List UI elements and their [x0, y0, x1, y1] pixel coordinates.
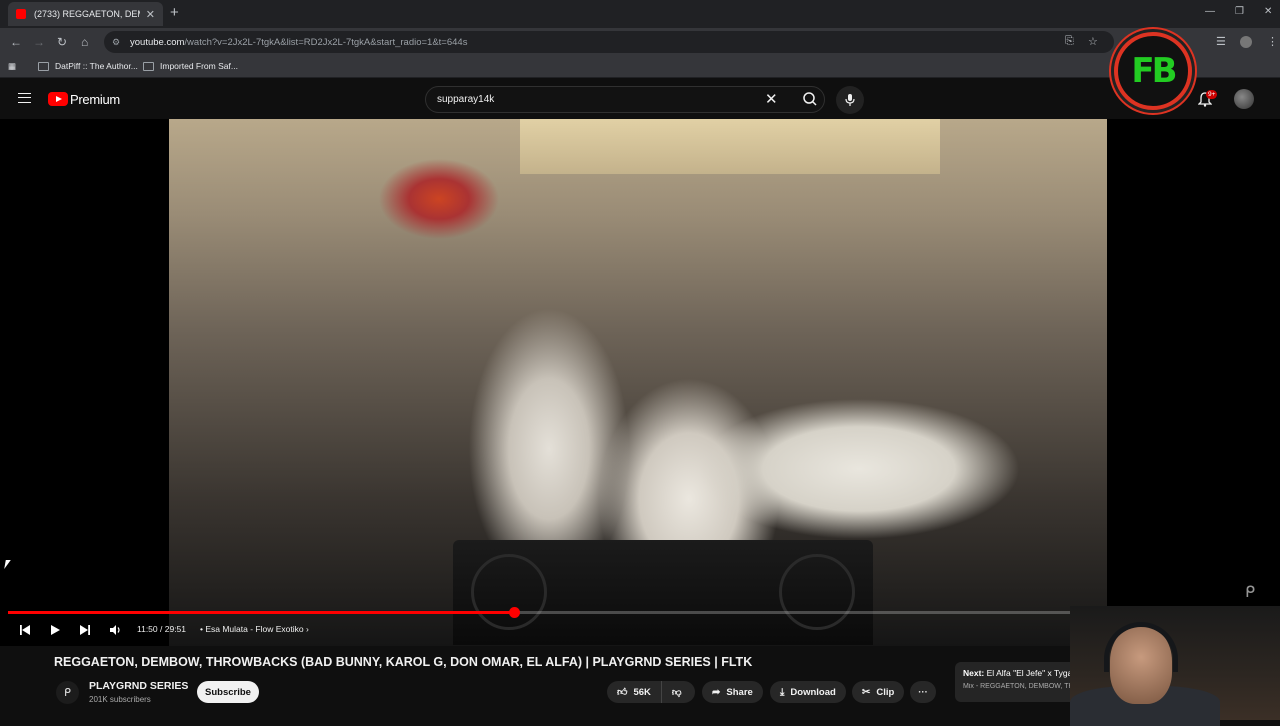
close-window-icon[interactable]: ✕: [1264, 6, 1272, 17]
time-total: 29:51: [164, 624, 187, 634]
page-icon: [38, 61, 49, 71]
youtube-logo-icon[interactable]: [48, 92, 68, 106]
thumbs-up-icon: 👍︎: [617, 687, 628, 698]
channel-watermark-icon[interactable]: ᑭ: [1245, 582, 1255, 602]
bookmark-imported-folder[interactable]: Imported From Saf...: [143, 61, 238, 71]
install-app-icon[interactable]: ⎘: [1065, 35, 1074, 48]
browser-tabstrip: [0, 0, 1280, 28]
next-button[interactable]: [78, 622, 92, 638]
play-button[interactable]: [48, 622, 62, 638]
search-icon: [803, 92, 817, 106]
close-tab-icon[interactable]: ✕: [146, 8, 155, 21]
video-scene-ceiling: [520, 119, 940, 174]
url-path: /watch?v=2Jx2L-7tgkA&list=RD2Jx2L-7tgkA&…: [184, 36, 468, 48]
clip-button[interactable]: ✂ Clip: [852, 681, 905, 703]
like-button[interactable]: 👍︎ 56K: [607, 681, 662, 703]
channel-avatar[interactable]: ᑭ: [56, 681, 79, 704]
share-button[interactable]: ➦ Share: [702, 681, 763, 703]
dislike-button[interactable]: 👎︎: [662, 686, 692, 698]
folder-icon: [143, 61, 154, 71]
clear-search-icon[interactable]: ✕: [765, 90, 778, 108]
like-dislike-group: 👍︎ 56K 👎︎: [607, 681, 695, 703]
next-icon: [80, 625, 90, 635]
streamer-overlay-logo: FB: [1114, 32, 1192, 110]
like-count: 56K: [633, 686, 651, 698]
headphones-icon: [1104, 622, 1178, 672]
bookmark-star-icon[interactable]: ☆: [1088, 35, 1098, 48]
scissors-icon: ✂: [862, 686, 871, 698]
time-current: 11:50: [137, 624, 158, 634]
search-value: supparay14k: [437, 94, 495, 105]
previous-button[interactable]: [18, 622, 32, 638]
more-actions-button[interactable]: ···: [910, 681, 936, 703]
browser-menu-icon[interactable]: ⋮: [1267, 35, 1278, 48]
next-label: Next:: [963, 668, 985, 678]
address-bar[interactable]: ⚙ youtube.com/watch?v=2Jx2L-7tgkA&list=R…: [104, 31, 1114, 53]
subscribe-button[interactable]: Subscribe: [197, 681, 259, 703]
channel-name[interactable]: PLAYGRND SERIES: [89, 680, 188, 692]
share-icon: ➦: [712, 686, 721, 698]
menu-hamburger-icon[interactable]: [18, 93, 31, 103]
youtube-favicon-icon: [16, 9, 26, 19]
new-tab-icon[interactable]: +: [170, 4, 179, 21]
tab-title: (2733) REGGAETON, DEMB: [34, 9, 140, 19]
apps-grid-icon[interactable]: ▦: [8, 61, 16, 72]
thumbs-down-icon: 👎︎: [671, 687, 682, 698]
bookmark-datpiff[interactable]: DatPiff :: The Author...: [38, 61, 138, 71]
url-host: youtube.com: [130, 36, 185, 48]
microphone-icon: [845, 94, 855, 106]
back-icon[interactable]: ←: [10, 35, 22, 49]
subscriber-count: 201K subscribers: [89, 695, 151, 704]
chevron-right-icon: ›: [305, 624, 309, 634]
search-button[interactable]: [794, 86, 826, 113]
mute-button[interactable]: [108, 622, 122, 638]
home-icon[interactable]: ⌂: [81, 35, 88, 49]
progress-played: [8, 611, 514, 614]
site-info-icon[interactable]: ⚙: [112, 37, 122, 48]
chapter-title: • Esa Mulata - Flow Exotiko: [200, 624, 304, 634]
youtube-brand-label[interactable]: Premium: [70, 92, 120, 107]
notifications-badge: 9+: [1206, 90, 1218, 99]
download-button[interactable]: ⤓ Download: [770, 681, 846, 703]
browser-tab[interactable]: (2733) REGGAETON, DEMB ✕: [8, 2, 163, 26]
minimize-icon[interactable]: —: [1205, 6, 1215, 17]
restore-icon[interactable]: ❐: [1235, 6, 1244, 17]
play-icon: [51, 625, 60, 635]
previous-icon: [20, 625, 30, 635]
profile-icon[interactable]: [1240, 36, 1252, 48]
chapter-button[interactable]: • Esa Mulata - Flow Exotiko ›: [200, 624, 309, 634]
volume-icon: [110, 625, 120, 635]
voice-search-button[interactable]: [836, 86, 864, 114]
account-avatar[interactable]: [1234, 89, 1254, 109]
reload-icon[interactable]: ↻: [57, 35, 67, 49]
video-title: REGGAETON, DEMBOW, THROWBACKS (BAD BUNNY…: [54, 655, 753, 669]
more-icon: ···: [918, 686, 928, 698]
reading-list-icon[interactable]: ☰: [1216, 35, 1226, 48]
time-display: 11:50 / 29:51: [137, 624, 187, 634]
video-scene-dj-controller: [453, 540, 873, 645]
progress-scrubber[interactable]: [508, 607, 520, 618]
forward-icon[interactable]: →: [33, 35, 45, 49]
download-icon: ⤓: [780, 686, 785, 698]
streamer-webcam-overlay: [1070, 606, 1280, 726]
